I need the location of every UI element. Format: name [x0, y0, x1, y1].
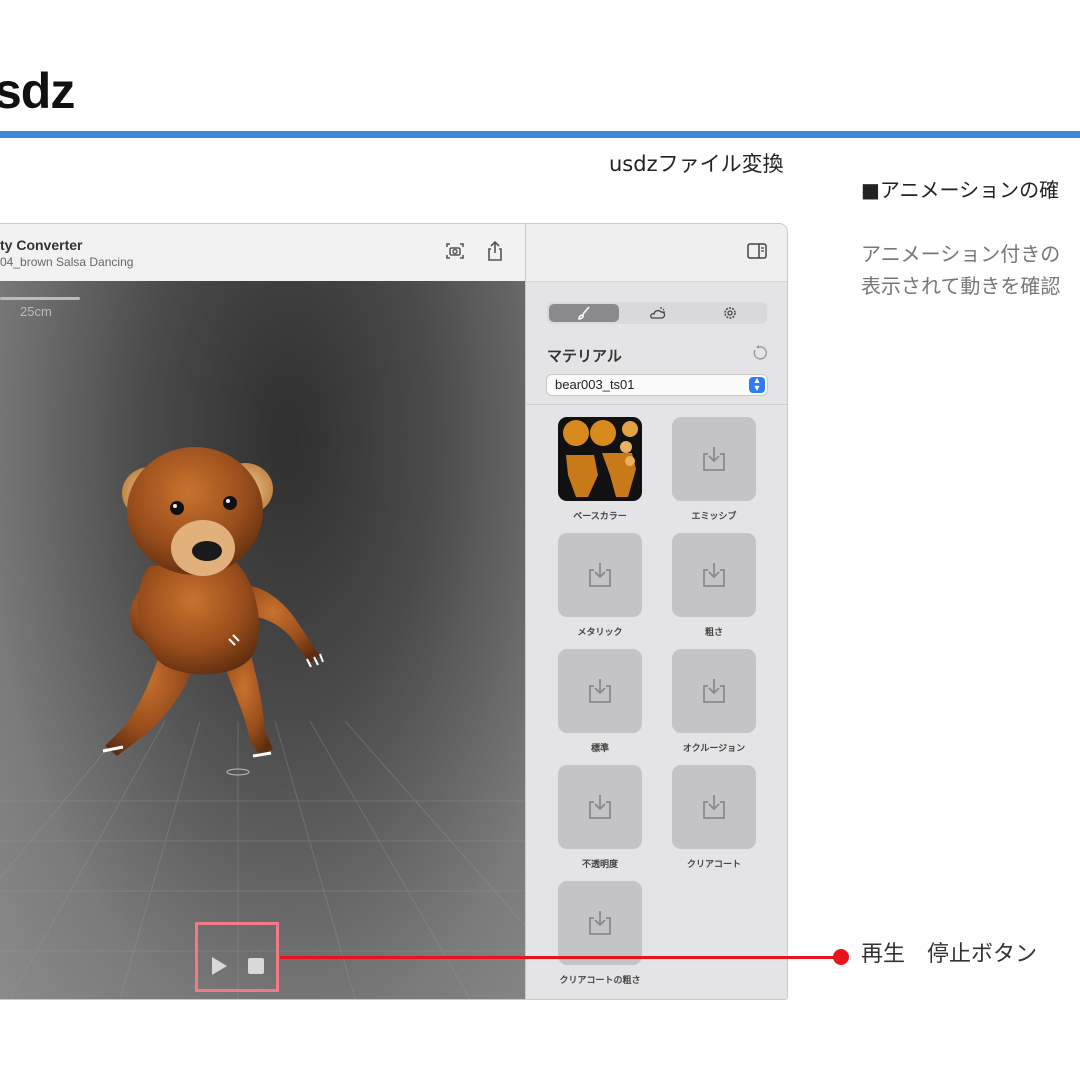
import-icon [703, 679, 725, 703]
title-underline [0, 131, 1080, 138]
import-icon [703, 563, 725, 587]
import-icon [589, 911, 611, 935]
texture-drop-well [672, 649, 756, 733]
texture-slot-metallic[interactable]: メタリック [538, 533, 648, 649]
chevron-updown-icon: ▴ ▾ [749, 376, 765, 394]
texture-drop-well [558, 649, 642, 733]
texture-drop-well [558, 765, 642, 849]
app-title: ty Converter [0, 237, 83, 253]
scale-label: 25cm [20, 304, 52, 319]
annotation-leader-line [280, 956, 840, 959]
material-select[interactable]: bear003_ts01 ▴ ▾ [547, 375, 767, 395]
reality-converter-window: ty Converter 04_brown Salsa Dancing 25cm… [0, 224, 787, 999]
texture-slot-opacity[interactable]: 不透明度 [538, 765, 648, 881]
import-icon [589, 795, 611, 819]
reset-icon[interactable] [750, 344, 768, 362]
material-select-value: bear003_ts01 [555, 377, 635, 392]
inspector-header [526, 224, 787, 282]
texture-slot-label: 標準 [590, 744, 609, 754]
texture-slot-occlusion[interactable]: オクルージョン [652, 649, 762, 765]
base-color-thumbnail [558, 417, 642, 501]
texture-slot-label: 不透明度 [581, 860, 618, 870]
import-icon [589, 679, 611, 703]
texture-slot-clearcoat-roughness[interactable]: クリアコートの粗さ [538, 881, 648, 997]
import-icon [589, 563, 611, 587]
weather-icon [650, 307, 666, 319]
slide-title: sdz [0, 63, 75, 119]
scale-bar [0, 297, 80, 300]
texture-drop-well [558, 533, 642, 617]
document-subtitle: 04_brown Salsa Dancing [0, 255, 134, 269]
inspector-tabs [547, 302, 767, 324]
texture-slot-emissive[interactable]: エミッシブ [652, 417, 762, 533]
3d-viewport[interactable]: 25cm [0, 281, 525, 999]
inspector-divider [526, 404, 787, 405]
texture-slot-roughness[interactable]: 粗さ [652, 533, 762, 649]
texture-slot-label: エミッシブ [691, 512, 737, 522]
material-inspector: マテリアル bear003_ts01 ▴ ▾ ベースカラー エミッシブ メタリッ… [525, 224, 787, 999]
snapshot-icon[interactable] [444, 240, 466, 262]
texture-slot-label: オクルージョン [682, 744, 746, 754]
texture-slot-label: クリアコート [686, 860, 741, 870]
gear-icon [724, 307, 736, 319]
texture-drop-well [672, 417, 756, 501]
texture-slot-label: 粗さ [704, 628, 723, 638]
texture-slot-base-color[interactable]: ベースカラー [538, 417, 648, 533]
playback-controls-highlight [195, 922, 279, 992]
share-icon[interactable] [484, 240, 506, 262]
texture-slot-label: メタリック [577, 628, 623, 638]
tab-environment[interactable] [622, 304, 692, 322]
notes-line: 表示されて動きを確認 [861, 274, 1061, 298]
texture-slot-label: ベースカラー [573, 512, 627, 522]
tab-materials[interactable] [549, 304, 619, 322]
texture-slot-clearcoat[interactable]: クリアコート [652, 765, 762, 881]
import-icon [703, 447, 725, 471]
texture-drop-well [672, 533, 756, 617]
texture-drop-well [672, 765, 756, 849]
texture-slot-label: クリアコートの粗さ [559, 976, 641, 986]
material-section-title: マテリアル [547, 347, 622, 365]
texture-drop-well [558, 881, 642, 965]
paintbrush-icon [578, 306, 590, 320]
notes-body: アニメーション付きの 表示されて動きを確認 [861, 238, 1060, 302]
annotation-dot [833, 949, 849, 965]
notes-heading: ■アニメーションの確 [861, 178, 1060, 202]
screenshot-caption: usdzファイル変換 [609, 152, 784, 176]
sidebar-toggle-icon[interactable] [747, 242, 767, 260]
import-icon [703, 795, 725, 819]
notes-line: アニメーション付きの [861, 242, 1061, 266]
annotation-label: 再生 停止ボタン [861, 942, 1038, 967]
window-toolbar: ty Converter 04_brown Salsa Dancing [0, 224, 525, 282]
tab-settings[interactable] [695, 304, 765, 322]
bear-model[interactable] [95, 411, 335, 781]
texture-slot-normal[interactable]: 標準 [538, 649, 648, 765]
